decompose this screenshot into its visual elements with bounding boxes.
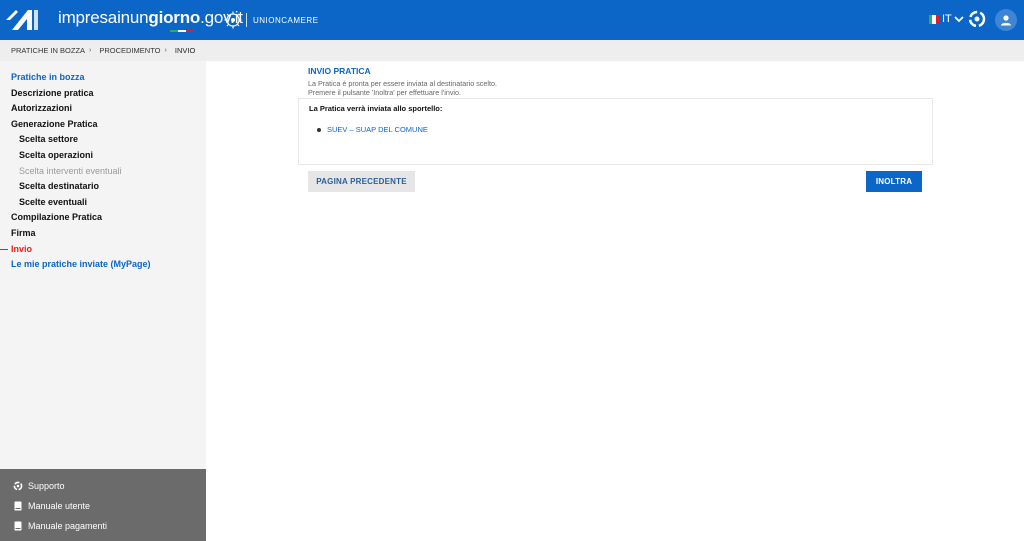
sidebar-nav: Pratiche in bozza Descrizione pratica Au…	[0, 70, 206, 273]
brand-regular: impresainun	[58, 8, 149, 27]
book-icon	[14, 501, 22, 511]
user-manual-link[interactable]: Manuale utente	[13, 501, 90, 511]
sidebar-item-operations[interactable]: Scelta operazioni	[0, 148, 206, 164]
sidebar: Pratiche in bozza Descrizione pratica Au…	[0, 61, 206, 541]
sidebar-item-send[interactable]: Invio	[0, 242, 206, 258]
breadcrumb-item-drafts[interactable]: PRATICHE IN BOZZA	[11, 46, 85, 55]
breadcrumb-item-current: INVIO	[174, 46, 196, 55]
chevron-right-icon: ›	[164, 47, 167, 54]
brand-name[interactable]: impresainungiorno.gov.it	[58, 8, 243, 28]
page-description: La Pratica è pronta per essere inviata a…	[308, 79, 497, 97]
description-line-2: Premere il pulsante 'Inoltra' per effett…	[308, 87, 462, 97]
partner-divider	[246, 13, 247, 27]
sidebar-item-interventions: Scelta interventi eventuali	[19, 165, 122, 176]
sidebar-item-authorizations[interactable]: Autorizzazioni	[0, 101, 206, 117]
language-selector[interactable]: IT	[929, 13, 964, 25]
destination-list-item[interactable]: SUEV – SUAP DEL COMUNE	[317, 125, 428, 134]
page-title: INVIO PRATICA	[308, 66, 371, 76]
sidebar-item-sector[interactable]: Scelta settore	[0, 132, 206, 148]
destination-name: SUEV – SUAP DEL COMUNE	[327, 125, 428, 134]
chevron-right-icon: ›	[89, 47, 92, 54]
sidebar-item-mypage[interactable]: Le mie pratiche inviate (MyPage)	[0, 257, 206, 273]
support-icon	[13, 481, 23, 491]
payments-manual-link[interactable]: Manuale pagamenti	[13, 521, 107, 531]
top-bar: impresainungiorno.gov.it UNIONCAMERE IT	[0, 0, 1024, 40]
sidebar-item-signature[interactable]: Firma	[0, 226, 206, 242]
sidebar-item-compilation[interactable]: Compilazione Pratica	[0, 210, 206, 226]
tricolor-underline	[170, 30, 194, 32]
language-code: IT	[942, 13, 952, 25]
breadcrumb-item-procedure[interactable]: PROCEDIMENTO	[99, 46, 160, 55]
previous-page-button[interactable]: PAGINA PRECEDENTE	[308, 171, 415, 192]
unioncamere-icon	[224, 11, 242, 29]
italy-flag-icon	[929, 14, 939, 24]
destination-panel: La Pratica verrà inviata allo sportello:…	[298, 98, 933, 165]
help-network-icon[interactable]	[967, 9, 987, 29]
user-account-button[interactable]	[995, 9, 1017, 31]
user-icon	[1001, 15, 1011, 26]
book-icon	[14, 521, 22, 531]
breadcrumb: PRATICHE IN BOZZA › PROCEDIMENTO › INVIO	[0, 40, 1024, 61]
support-link[interactable]: Supporto	[13, 481, 65, 491]
support-label: Supporto	[28, 481, 65, 491]
logo-icon[interactable]	[4, 6, 40, 34]
chevron-down-icon	[954, 16, 964, 23]
bullet-icon	[317, 127, 321, 132]
destination-panel-label: La Pratica verrà inviata allo sportello:	[309, 104, 443, 113]
sidebar-item-generation[interactable]: Generazione Pratica	[0, 117, 206, 133]
brand-bold: giorno	[148, 8, 201, 27]
sidebar-item-drafts[interactable]: Pratiche in bozza	[0, 70, 206, 86]
sidebar-item-optional-choices[interactable]: Scelte eventuali	[0, 195, 206, 211]
sidebar-item-description[interactable]: Descrizione pratica	[0, 86, 206, 102]
partner-logo[interactable]: UNIONCAMERE	[224, 11, 319, 29]
sidebar-item-recipient[interactable]: Scelta destinatario	[0, 179, 206, 195]
main-content: INVIO PRATICA La Pratica è pronta per es…	[206, 61, 1024, 480]
payments-manual-label: Manuale pagamenti	[28, 521, 108, 531]
user-manual-label: Manuale utente	[28, 501, 91, 511]
partner-label: UNIONCAMERE	[253, 15, 319, 25]
send-button[interactable]: INOLTRA	[866, 171, 922, 192]
